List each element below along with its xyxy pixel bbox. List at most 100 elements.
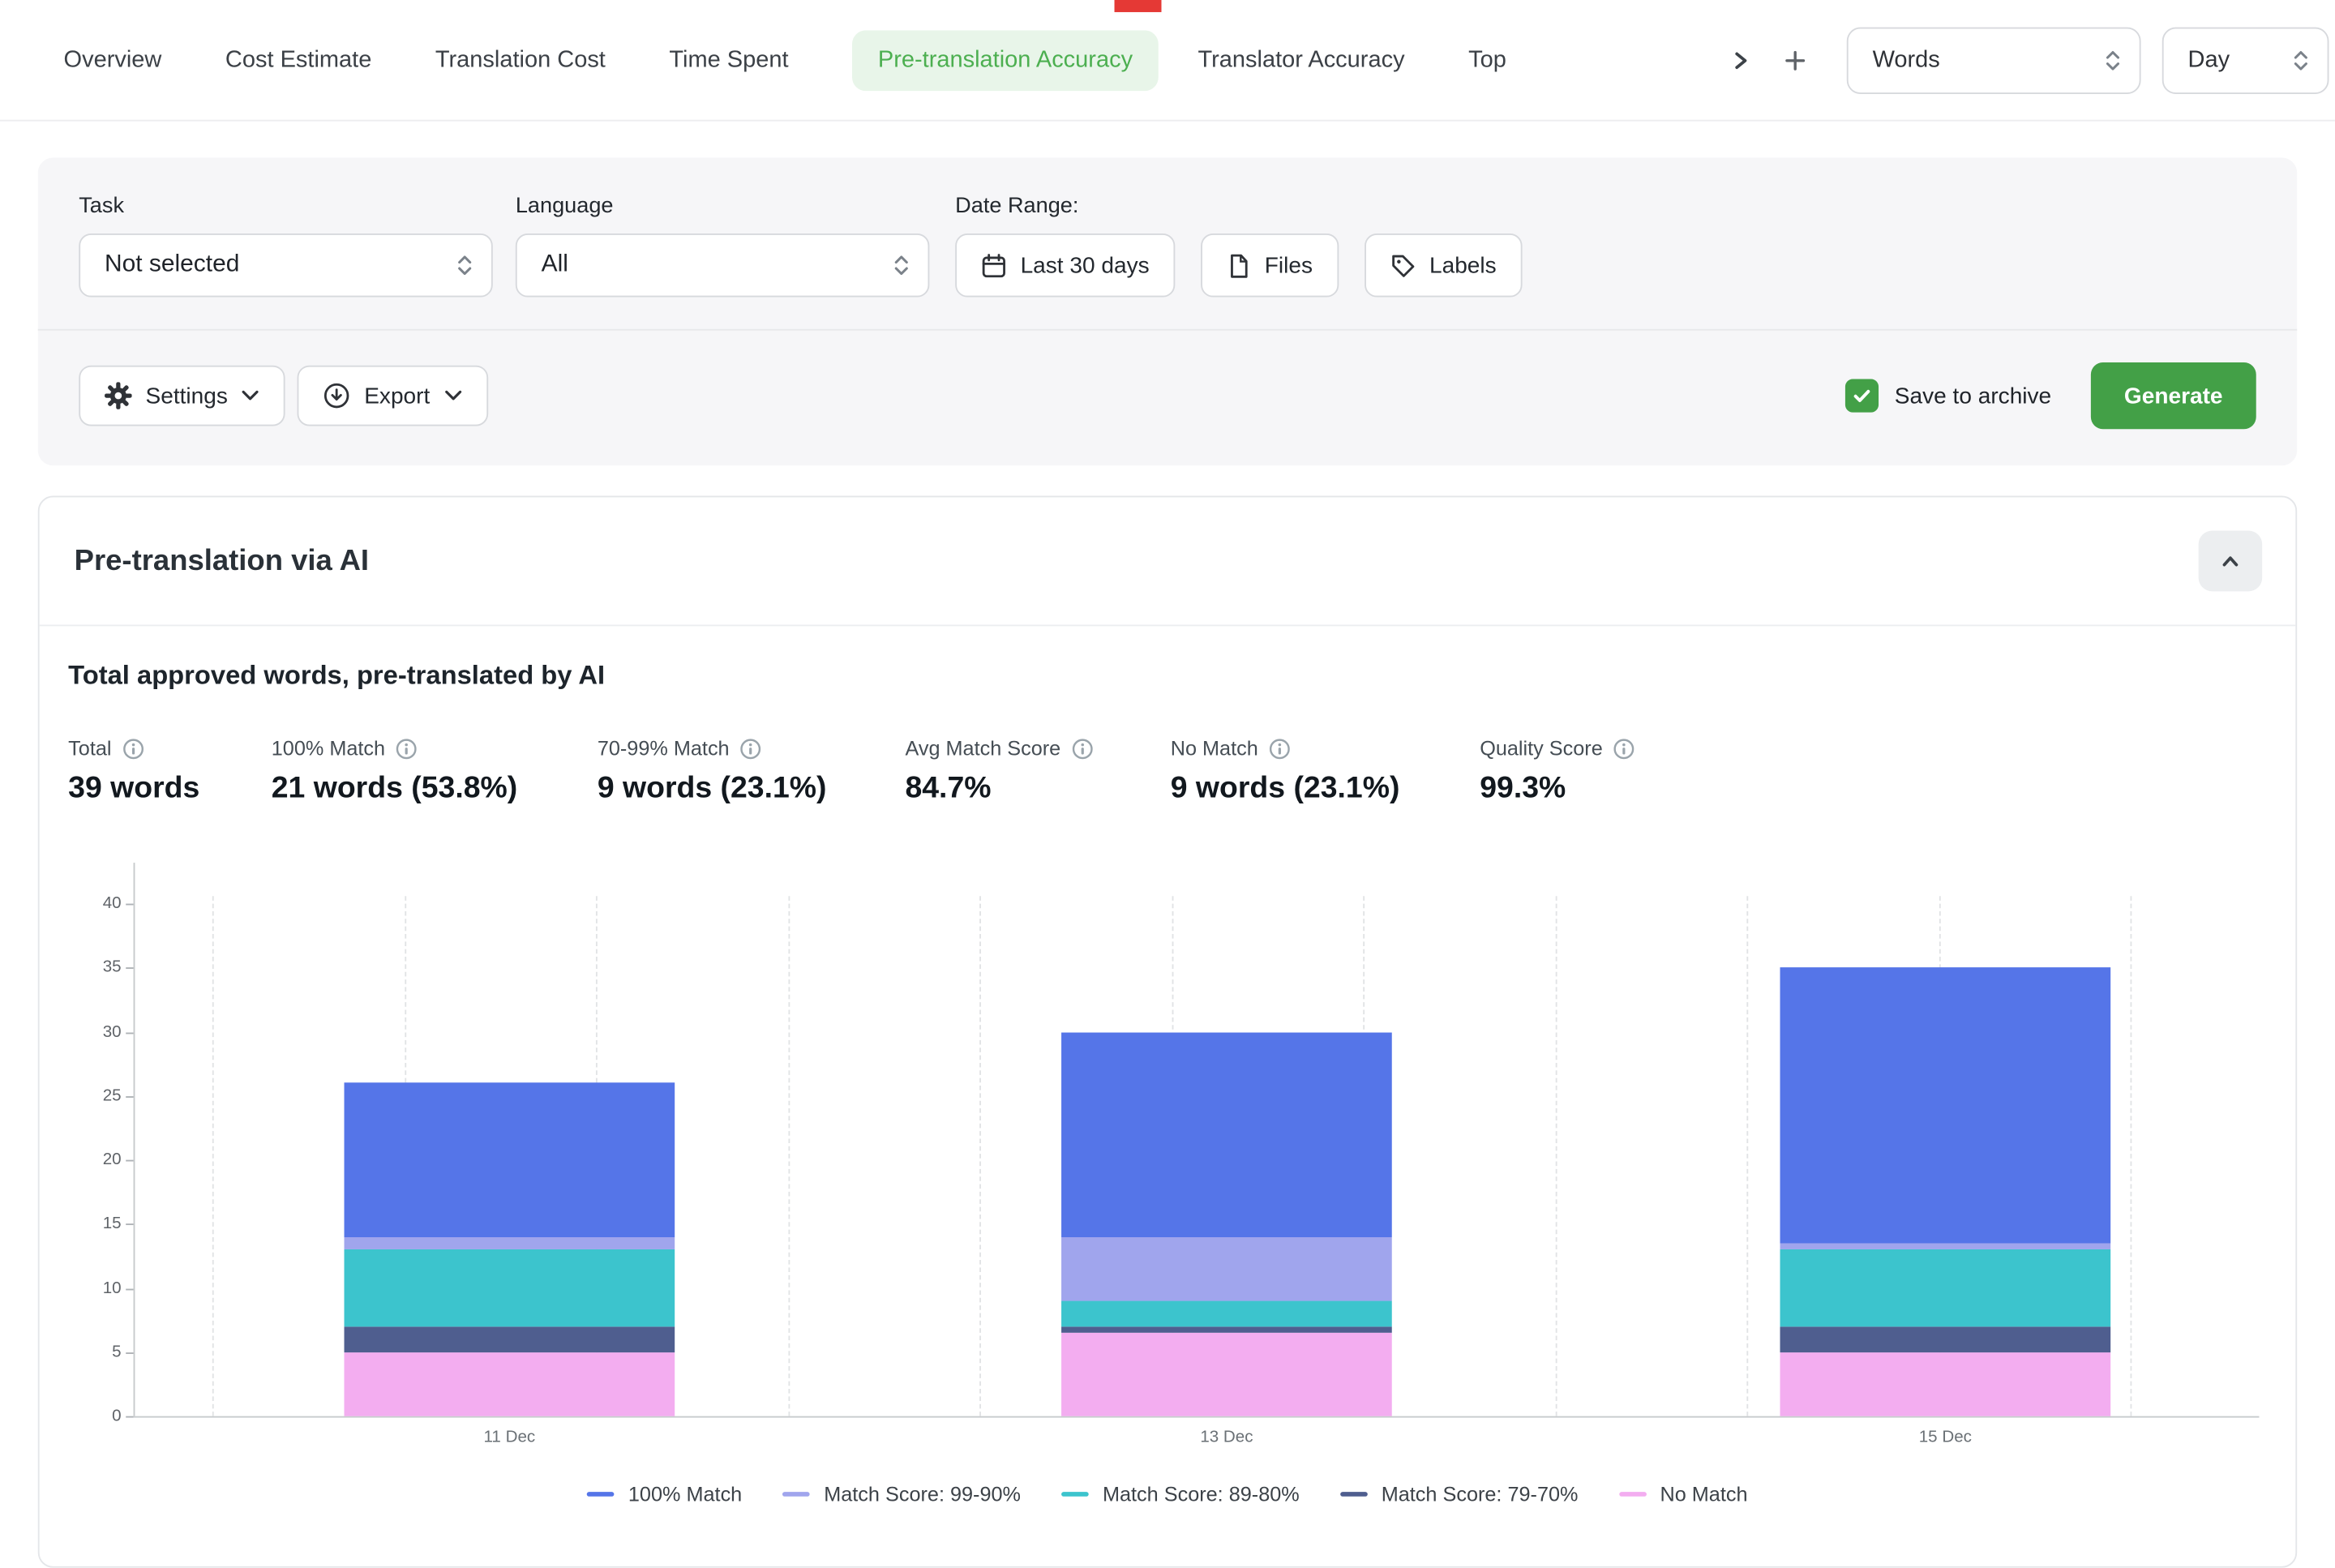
- bar-segment[interactable]: [1061, 1326, 1392, 1333]
- info-icon: [1269, 738, 1290, 759]
- stat-total: Total39 words: [68, 737, 272, 807]
- chevron-up-icon: [2218, 549, 2243, 573]
- stat-value: 21 words (53.8%): [272, 772, 598, 807]
- caret-down-icon: [443, 390, 461, 402]
- legend-label: No Match: [1660, 1483, 1747, 1506]
- legend-item[interactable]: No Match: [1619, 1483, 1748, 1506]
- gridline: [1746, 896, 1748, 1416]
- gear-icon: [105, 382, 132, 409]
- report-tabbar: Overview Cost Estimate Translation Cost Tim…: [0, 0, 2335, 122]
- y-tick: [126, 968, 133, 970]
- generate-button[interactable]: Generate: [2091, 362, 2256, 429]
- tab-cost-estimate[interactable]: Cost Estimate: [225, 29, 371, 90]
- section-title: Total approved words, pre-translated by …: [40, 659, 2296, 691]
- tab-time-spent[interactable]: Time Spent: [669, 29, 788, 90]
- language-label: Language: [516, 194, 930, 218]
- bar-segment[interactable]: [1061, 1236, 1392, 1300]
- y-tick-label: 40: [45, 894, 122, 912]
- save-to-archive-group: Save to archive: [1844, 379, 2051, 413]
- legend-item[interactable]: 100% Match: [587, 1483, 742, 1506]
- card-body: Total approved words, pre-translated by …: [40, 626, 2296, 1566]
- double-caret-icon: [2293, 48, 2310, 72]
- double-caret-icon: [456, 253, 473, 277]
- bar-segment[interactable]: [1780, 1249, 2110, 1326]
- bar-segment[interactable]: [345, 1249, 675, 1326]
- date-range-label: Date Range:: [955, 194, 1522, 218]
- add-report-button[interactable]: [1768, 29, 1823, 90]
- caret-down-icon: [242, 390, 259, 402]
- bar-segment[interactable]: [1061, 1032, 1392, 1237]
- stat-label: 100% Match: [272, 737, 385, 760]
- reports-dashboard: Overview Cost Estimate Translation Cost Tim…: [0, 0, 2335, 1528]
- language-select[interactable]: All: [516, 233, 930, 298]
- bar-segment[interactable]: [345, 1236, 675, 1249]
- bar-segment[interactable]: [1061, 1333, 1392, 1416]
- stat-label: No Match: [1171, 737, 1258, 760]
- legend-label: Match Score: 79-70%: [1382, 1483, 1579, 1506]
- top-red-marker: [1115, 0, 1162, 12]
- card-header: Pre-translation via AI: [40, 497, 2296, 626]
- settings-button-label: Settings: [146, 383, 228, 409]
- tab-pre-translation-accuracy[interactable]: Pre-translation Accuracy: [852, 29, 1159, 90]
- stats-row: Total39 words100% Match 21 words (53.8%)7…: [40, 737, 2296, 807]
- panel-divider: [38, 329, 2297, 331]
- legend-item[interactable]: Match Score: 89-80%: [1061, 1483, 1299, 1506]
- export-button[interactable]: Export: [298, 366, 487, 426]
- y-tick: [126, 1288, 133, 1290]
- stat-no-match: No Match9 words (23.1%): [1171, 737, 1480, 807]
- report-card: Pre-translation via AI Total approved wo…: [38, 496, 2297, 1568]
- bar-segment[interactable]: [1780, 1243, 2110, 1249]
- stat-label: 70-99% Match: [598, 737, 730, 760]
- stat-100-match: 100% Match 21 words (53.8%): [272, 737, 598, 807]
- chevron-right-icon: [1729, 48, 1753, 72]
- gridline: [1555, 896, 1557, 1416]
- bar-segment[interactable]: [1780, 1326, 2110, 1352]
- save-to-archive-checkbox[interactable]: [1844, 379, 1878, 413]
- x-tick-label: 11 Dec: [484, 1429, 536, 1446]
- y-tick: [126, 1416, 133, 1418]
- period-select[interactable]: Day: [2162, 27, 2329, 93]
- bar-segment[interactable]: [345, 1352, 675, 1416]
- y-tick-label: 0: [45, 1407, 122, 1424]
- settings-button[interactable]: Settings: [79, 366, 285, 426]
- tab-overview[interactable]: Overview: [64, 29, 162, 90]
- legend-marker: [1061, 1492, 1089, 1497]
- legend-label: Match Score: 89-80%: [1103, 1483, 1300, 1506]
- tab-top[interactable]: Top: [1468, 29, 1506, 90]
- task-select[interactable]: Not selected: [79, 233, 493, 298]
- bar-segment[interactable]: [1780, 968, 2110, 1244]
- tabs-scroll-right-button[interactable]: [1713, 29, 1767, 90]
- y-tick-label: 25: [45, 1086, 122, 1104]
- tab-translator-accuracy[interactable]: Translator Accuracy: [1197, 29, 1404, 90]
- stat-label: Avg Match Score: [905, 737, 1060, 760]
- report-tabs: Overview Cost Estimate Translation Cost Tim…: [64, 29, 1714, 90]
- export-button-label: Export: [364, 383, 430, 409]
- file-icon: [1227, 252, 1251, 278]
- bar-segment[interactable]: [345, 1326, 675, 1352]
- y-tick-label: 10: [45, 1279, 122, 1296]
- tag-icon: [1390, 252, 1416, 278]
- unit-select[interactable]: Words: [1847, 27, 2141, 93]
- bar-segment[interactable]: [1061, 1300, 1392, 1326]
- double-caret-icon: [893, 253, 910, 277]
- tab-translation-cost[interactable]: Translation Cost: [435, 29, 606, 90]
- legend-item[interactable]: Match Score: 79-70%: [1340, 1483, 1578, 1506]
- y-tick-label: 20: [45, 1150, 122, 1168]
- y-tick-label: 35: [45, 958, 122, 976]
- stat-quality-score: Quality Score 99.3%: [1480, 737, 2267, 807]
- labels-button[interactable]: Labels: [1365, 233, 1523, 298]
- x-tick-label: 13 Dec: [1200, 1429, 1253, 1446]
- check-icon: [1851, 385, 1872, 406]
- chart: 051015202530354011 Dec13 Dec15 Dec: [40, 858, 2296, 1464]
- legend-item[interactable]: Match Score: 99-90%: [783, 1483, 1021, 1506]
- gridline: [212, 896, 214, 1416]
- date-range-value: Last 30 days: [1021, 252, 1150, 278]
- collapse-button[interactable]: [2199, 531, 2263, 592]
- bar-segment[interactable]: [345, 1083, 675, 1237]
- bar-segment[interactable]: [1780, 1352, 2110, 1416]
- stat-value: 99.3%: [1480, 772, 2267, 807]
- date-range-button[interactable]: Last 30 days: [955, 233, 1175, 298]
- stat-label: Quality Score: [1480, 737, 1603, 760]
- save-to-archive-label[interactable]: Save to archive: [1895, 383, 2051, 409]
- files-button[interactable]: Files: [1201, 233, 1339, 298]
